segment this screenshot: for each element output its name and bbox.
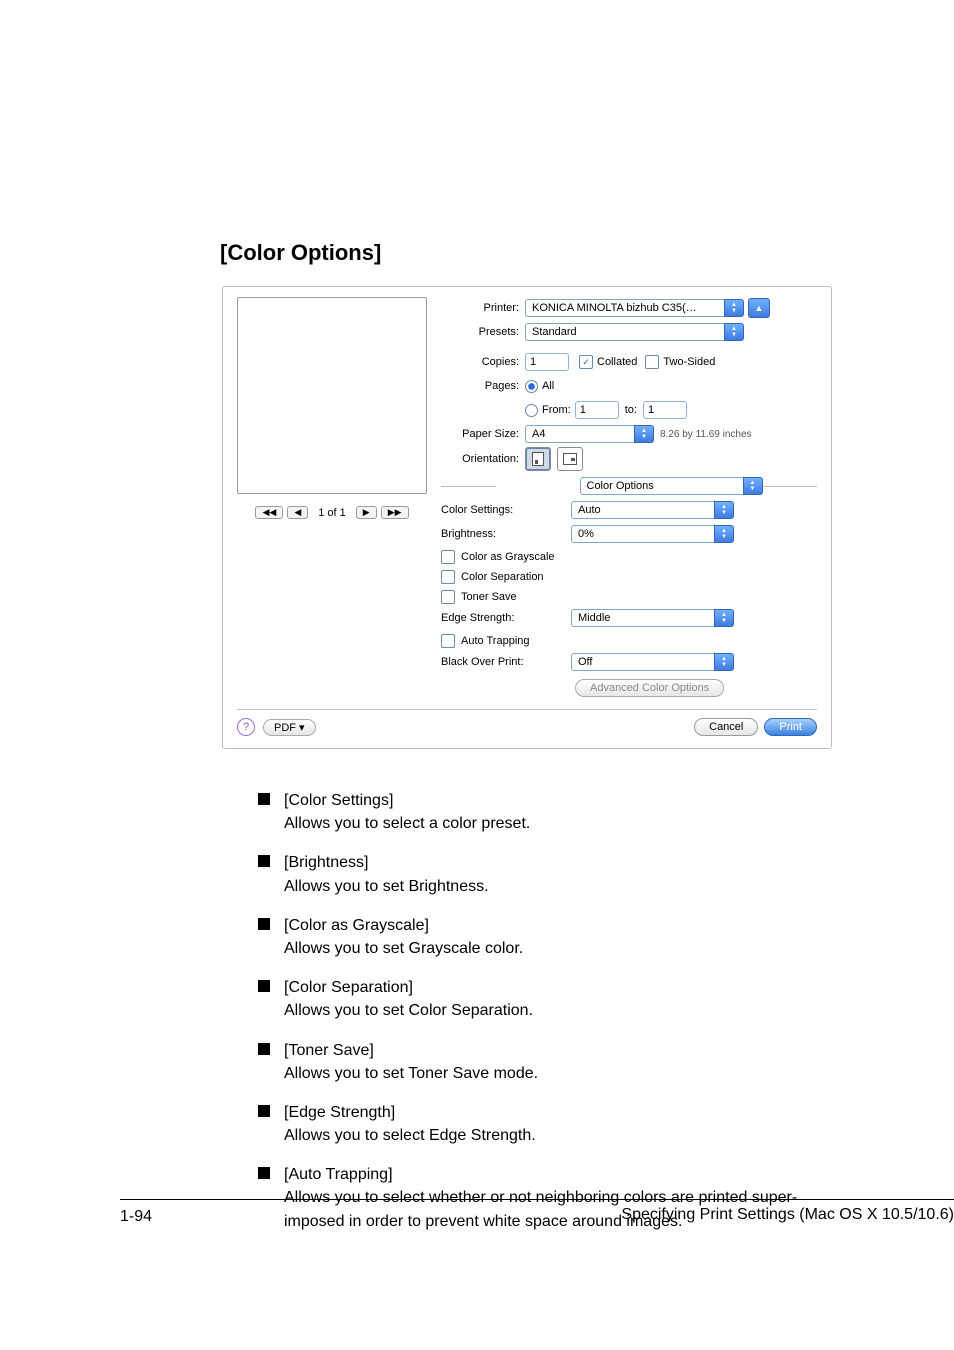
paper-dims: 8.26 by 11.69 inches [660,429,752,440]
orientation-label: Orientation: [441,453,525,465]
paper-size-toggle[interactable] [634,425,654,443]
list-item: [Color as Grayscale]Allows you to set Gr… [258,914,834,960]
pages-from-input[interactable] [575,401,619,419]
toner-save-label: Toner Save [461,591,517,603]
toner-save-checkbox[interactable] [441,590,455,604]
list-item: [Brightness]Allows you to set Brightness… [258,851,834,897]
brightness-value: 0% [571,525,714,543]
bullet-title: [Color as Grayscale] [284,914,834,937]
preview-pane [237,297,427,494]
brightness-toggle[interactable] [714,525,734,543]
nav-first-button[interactable]: ◀◀ [255,506,283,519]
copies-label: Copies: [441,356,525,368]
edge-strength-toggle[interactable] [714,609,734,627]
bullet-title: [Color Settings] [284,789,834,812]
color-settings-value: Auto [571,501,714,519]
list-item: [Color Settings]Allows you to select a c… [258,789,834,835]
list-item: [Edge Strength]Allows you to select Edge… [258,1101,834,1147]
pages-range-radio[interactable] [525,404,538,417]
printer-select[interactable]: KONICA MINOLTA bizhub C35(… [525,299,744,317]
pages-to-label: to: [625,404,637,416]
color-grayscale-checkbox[interactable] [441,550,455,564]
help-button[interactable]: ? [237,718,255,736]
presets-label: Presets: [441,326,525,338]
footer-title: Specifying Print Settings (Mac OS X 10.5… [621,1206,954,1224]
print-dialog-screenshot: ◀◀ ◀ 1 of 1 ▶ ▶▶ Printer: KONICA MINOLTA… [222,286,832,749]
bullet-title: [Auto Trapping] [284,1163,834,1186]
two-sided-checkbox[interactable] [645,355,659,369]
pdf-menu-button[interactable]: PDF ▾ [263,719,316,736]
page-title: [Color Options] [220,240,834,266]
pages-all-radio[interactable] [525,380,538,393]
nav-last-button[interactable]: ▶▶ [381,506,409,519]
bullet-body: Allows you to select Edge Strength. [284,1124,834,1147]
printer-label: Printer: [441,302,525,314]
printer-value: KONICA MINOLTA bizhub C35(… [525,299,724,317]
brightness-select[interactable]: 0% [571,525,734,543]
copies-input[interactable] [525,353,569,371]
presets-select[interactable]: Standard [525,323,744,341]
bullet-title: [Brightness] [284,851,834,874]
orientation-landscape-button[interactable] [557,447,583,471]
page-indicator: 1 of 1 [318,507,346,519]
collated-label: Collated [597,356,637,368]
list-item: [Color Separation]Allows you to set Colo… [258,976,834,1022]
printer-status-button[interactable]: ▲ [748,298,770,318]
list-item: [Toner Save]Allows you to set Toner Save… [258,1039,834,1085]
paper-size-select[interactable]: A4 [525,425,654,443]
bullet-body: Allows you to select a color preset. [284,812,834,835]
panel-select-toggle[interactable] [743,477,763,495]
black-over-label: Black Over Print: [441,656,571,668]
brightness-label: Brightness: [441,528,571,540]
edge-strength-label: Edge Strength: [441,612,571,624]
auto-trapping-checkbox[interactable] [441,634,455,648]
pages-to-input[interactable] [643,401,687,419]
nav-next-button[interactable]: ▶ [356,506,377,519]
bullet-body: Allows you to set Grayscale color. [284,937,834,960]
bullet-title: [Edge Strength] [284,1101,834,1124]
auto-trapping-label: Auto Trapping [461,635,530,647]
pages-all-label: All [542,380,554,392]
panel-select[interactable]: Color Options [580,477,763,495]
panel-value: Color Options [580,477,743,495]
bullet-body: Allows you to set Brightness. [284,875,834,898]
color-grayscale-label: Color as Grayscale [461,551,555,563]
edge-strength-select[interactable]: Middle [571,609,734,627]
printer-select-toggle[interactable] [724,299,744,317]
two-sided-label: Two-Sided [663,356,715,368]
color-settings-label: Color Settings: [441,504,571,516]
paper-size-label: Paper Size: [441,428,525,440]
black-over-select[interactable]: Off [571,653,734,671]
cancel-button[interactable]: Cancel [694,718,758,736]
page-number: 1-94 [120,1208,152,1226]
color-settings-toggle[interactable] [714,501,734,519]
color-settings-select[interactable]: Auto [571,501,734,519]
print-button[interactable]: Print [764,718,817,736]
bullet-title: [Toner Save] [284,1039,834,1062]
presets-select-toggle[interactable] [724,323,744,341]
color-separation-checkbox[interactable] [441,570,455,584]
orientation-portrait-button[interactable] [525,447,551,471]
edge-strength-value: Middle [571,609,714,627]
description-list: [Color Settings]Allows you to select a c… [258,789,834,1233]
pages-from-label: From: [542,404,571,416]
black-over-toggle[interactable] [714,653,734,671]
bullet-body: Allows you to set Color Separation. [284,999,834,1022]
advanced-color-options-button[interactable]: Advanced Color Options [575,679,724,697]
color-separation-label: Color Separation [461,571,544,583]
nav-prev-button[interactable]: ◀ [287,506,308,519]
presets-value: Standard [525,323,724,341]
bullet-title: [Color Separation] [284,976,834,999]
paper-size-value: A4 [525,425,634,443]
page-footer: 1-94 Specifying Print Settings (Mac OS X… [120,1199,954,1224]
black-over-value: Off [571,653,714,671]
pages-label: Pages: [441,380,525,392]
bullet-body: Allows you to set Toner Save mode. [284,1062,834,1085]
collated-checkbox[interactable] [579,355,593,369]
